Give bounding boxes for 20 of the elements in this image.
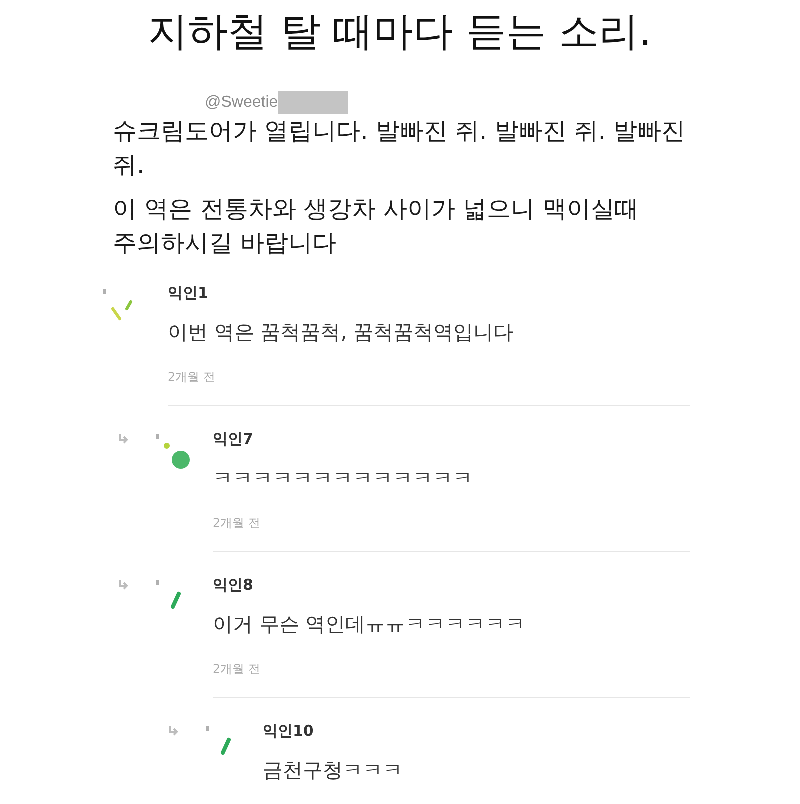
reply-arrow-icon [118,434,130,444]
tweet-text: 이 역은 전통차와 생강차 사이가 넓으니 맥이실때 주의하시길 바랍니다 [113,194,640,259]
comment-author: 익인1 [168,283,210,304]
comment-time: 2개월 전 [213,661,262,678]
page-title: 지하철 탈 때마다 듣는 소리. [147,8,653,57]
comment-time: 2개월 전 [213,515,262,532]
comment-text: 금천구청ㅋㅋㅋ [263,757,404,784]
avatar-icon [153,431,193,471]
redaction-block [278,91,348,114]
comment-text: ㅋㅋㅋㅋㅋㅋㅋㅋㅋㅋㅋㅋㅋ [213,465,474,492]
user-handle: @Sweetie [205,93,278,113]
comment-author: 익인10 [263,721,315,742]
comment-time: 2개월 전 [168,369,216,386]
comment-author: 익인7 [213,429,254,450]
comment-author: 익인8 [213,575,254,596]
comment-text: 이거 무슨 역인데ㅠㅠㅋㅋㅋㅋㅋㅋ [213,611,527,638]
tweet-text: 슈크림도어가 열립니다. 발빠진 쥐. 발빠진 쥐. 발빠진 쥐. [113,116,687,181]
reply-arrow-icon [168,726,180,736]
comment-text: 이번 역은 꿈척꿈척, 꿈척꿈척역입니다 [168,319,514,346]
reply-arrow-icon [118,580,130,590]
